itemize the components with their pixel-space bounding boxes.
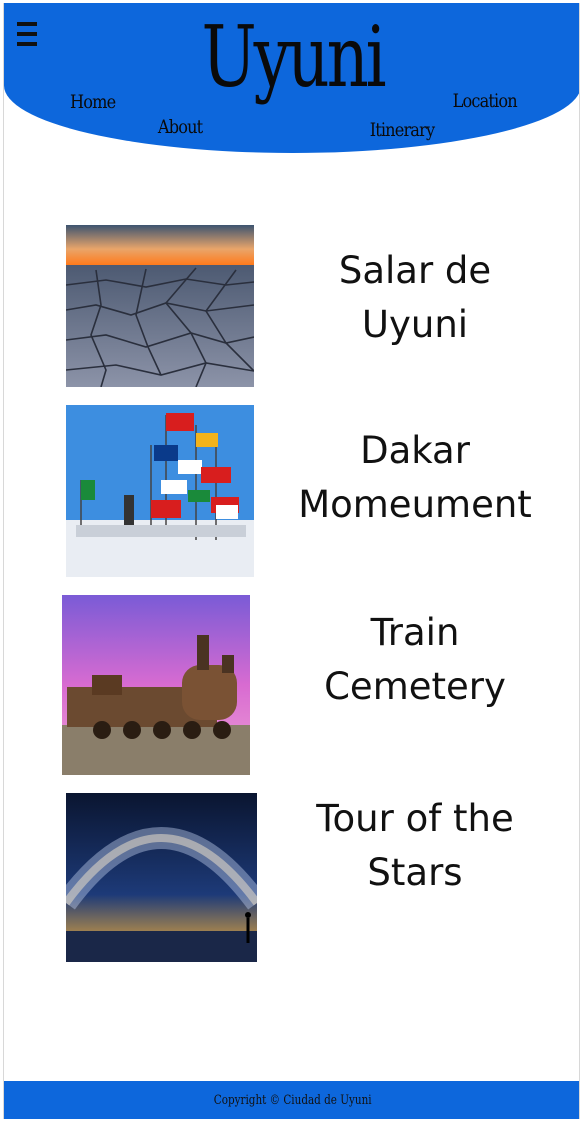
hamburger-menu-icon[interactable] (17, 22, 37, 46)
nav-location[interactable]: Location (453, 90, 518, 112)
site-footer: Copyright © Ciudad de Uyuni (4, 1081, 579, 1119)
attraction-title: Dakar Momeument (298, 429, 532, 526)
attraction-tour-of-the-stars[interactable]: Tour of the Stars (4, 793, 579, 973)
flags-photo[interactable] (66, 405, 254, 577)
attraction-title: Tour of the Stars (316, 797, 514, 894)
attraction-dakar-monument[interactable]: Dakar Momeument (4, 405, 579, 585)
train-photo[interactable] (62, 595, 250, 775)
site-header: Uyuni Home About Itinerary Location (4, 3, 579, 153)
attraction-train-cemetery[interactable]: Train Cemetery (4, 595, 579, 775)
nav-itinerary[interactable]: Itinerary (370, 119, 435, 141)
night-sky-photo[interactable] (66, 793, 257, 962)
site-logo[interactable]: Uyuni (67, 15, 517, 99)
nav-home[interactable]: Home (70, 91, 116, 113)
attraction-salar-de-uyuni[interactable]: Salar de Uyuni (4, 225, 579, 405)
attraction-title: Train Cemetery (324, 611, 506, 708)
attraction-title: Salar de Uyuni (338, 249, 492, 346)
copyright-text: Copyright © Ciudad de Uyuni (213, 1092, 372, 1108)
page-frame: Uyuni Home About Itinerary Location Sala… (3, 3, 580, 1119)
salt-flat-photo[interactable] (66, 225, 254, 387)
nav-about[interactable]: About (158, 116, 203, 138)
